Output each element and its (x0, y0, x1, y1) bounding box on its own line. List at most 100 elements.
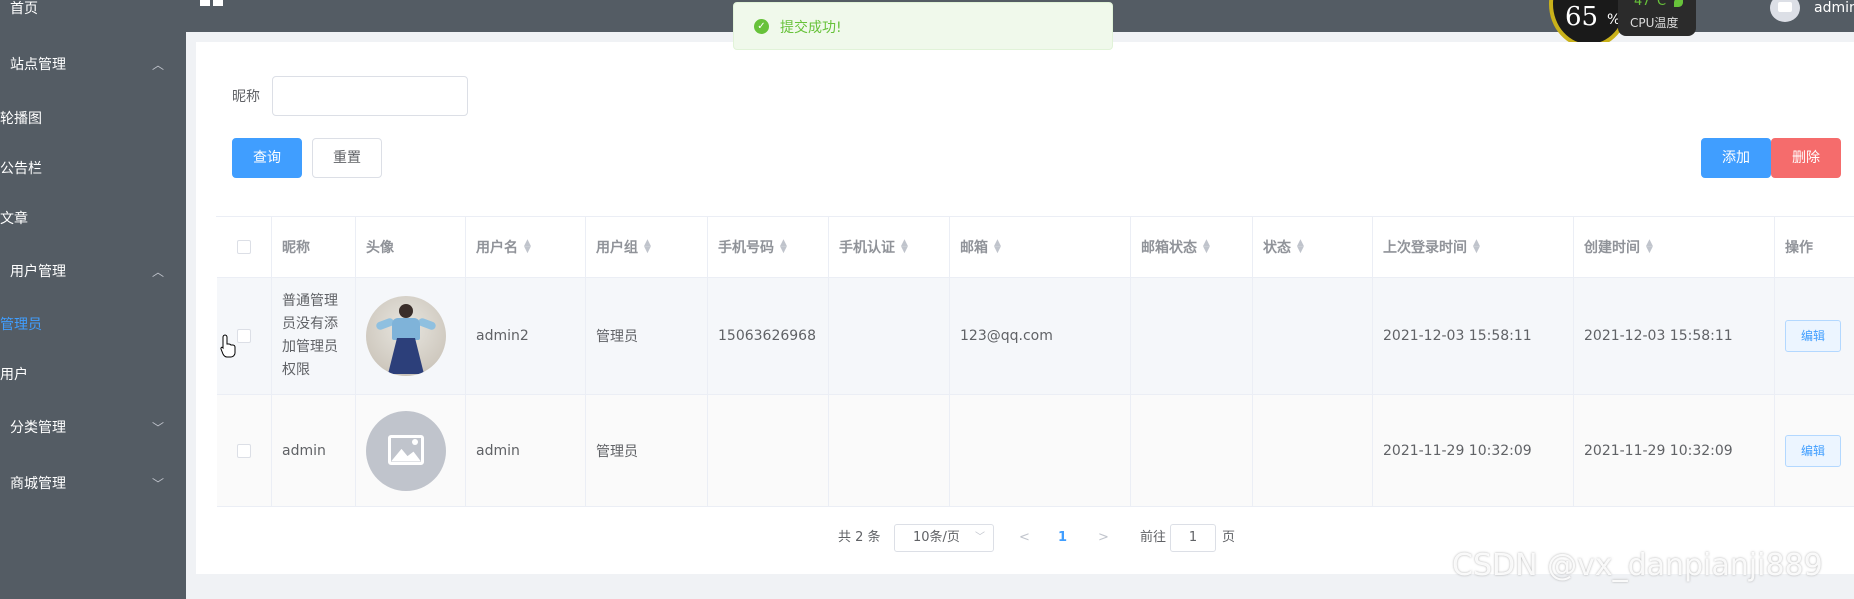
table-header-row: 昵称 头像 用户名 ▲ ▼ 用户组 ▲ ▼ 手机号码 ▲ ▼ 手机认证 ▲ ▼ 邮箱 ▲ ▼ 邮箱状… (217, 217, 1854, 278)
cpu-usage-gauge: 65 % (1549, 0, 1629, 48)
cell-nickname: 普通管理员没有添加管理员权限 (272, 278, 356, 394)
created-text: 2021-12-03 15:58:11 (1584, 328, 1733, 344)
sidebar-item-home[interactable]: 首页 (0, 0, 186, 34)
chevron-up-icon: ︿ (151, 265, 164, 279)
sidebar-item-articles[interactable]: 文章 (0, 194, 186, 244)
query-button[interactable]: 查询 (232, 138, 302, 178)
cell-nickname: admin (272, 395, 356, 506)
image-placeholder-icon (366, 410, 446, 491)
gauge-value: 65 (1565, 2, 1599, 32)
chevron-up-icon: ︿ (151, 58, 164, 72)
sidebar-item-shop-management[interactable]: 商城管理 ﹀ (0, 459, 186, 509)
page-suffix-label: 页 (1222, 530, 1236, 545)
sidebar-item-user-management[interactable]: 用户管理 ︿ (0, 247, 186, 297)
hand-cursor-icon (220, 334, 236, 358)
sidebar-item-carousel[interactable]: 轮播图 (0, 94, 186, 144)
sidebar-item-category-management[interactable]: 分类管理 ﹀ (0, 403, 186, 453)
created-text: 2021-11-29 10:32:09 (1584, 442, 1733, 459)
success-toast: ✓ 提交成功! (733, 2, 1113, 50)
header-phone[interactable]: 手机号码 ▲ ▼ (708, 217, 829, 277)
header-label: 用户组 (596, 240, 638, 256)
sidebar-item-label: 用户 (0, 367, 28, 383)
sidebar-item-notice[interactable]: 公告栏 (0, 144, 186, 194)
toast-message: 提交成功! (780, 20, 842, 36)
cell-created: 2021-12-03 15:58:11 (1574, 278, 1775, 394)
goto-label: 前往 (1140, 530, 1167, 545)
nickname-text: admin (282, 442, 326, 459)
sort-icon[interactable]: ▲ ▼ (1297, 239, 1304, 255)
select-all-checkbox[interactable] (237, 240, 251, 254)
prev-page-button[interactable]: < (1019, 524, 1030, 552)
cell-created: 2021-11-29 10:32:09 (1574, 395, 1775, 506)
header-label: 手机认证 (839, 240, 895, 256)
cell-email-status (1131, 395, 1253, 506)
watermark-text: CSDN @vx_danpianji889 (1452, 548, 1823, 583)
sort-icon[interactable]: ▲ ▼ (994, 239, 1001, 255)
header-email[interactable]: 邮箱 ▲ ▼ (950, 217, 1131, 277)
header-username[interactable]: 用户名 ▲ ▼ (466, 217, 586, 277)
nickname-search-input[interactable] (272, 76, 468, 116)
cell-username: admin2 (466, 278, 586, 394)
table-row[interactable]: admin admin 管理员 2021-11-29 10:32:09 2021… (217, 395, 1854, 507)
cell-email: 123@qq.com (950, 278, 1131, 394)
sidebar: 首页 站点管理 ︿ 轮播图 公告栏 文章 用户管理 ︿ 管理员 用户 分类管理 … (0, 0, 186, 599)
row-checkbox[interactable] (237, 443, 251, 458)
last-login-text: 2021-11-29 10:32:09 (1383, 442, 1532, 459)
cell-group: 管理员 (586, 278, 708, 394)
sort-icon[interactable]: ▲ ▼ (901, 239, 908, 255)
header-actions: 操作 (1775, 217, 1854, 277)
cell-avatar (356, 395, 466, 506)
page-number-current[interactable]: 1 (1058, 524, 1067, 552)
header-select-cell (217, 217, 272, 277)
chevron-down-icon: ﹀ (151, 477, 164, 491)
grid-menu-icon[interactable] (200, 0, 224, 16)
header-email-status[interactable]: 邮箱状态 ▲ ▼ (1131, 217, 1253, 277)
cell-username: admin (466, 395, 586, 506)
edit-button[interactable]: 编辑 (1785, 320, 1841, 352)
group-text: 管理员 (596, 329, 638, 345)
row-checkbox[interactable] (237, 329, 251, 343)
sort-icon[interactable]: ▲ ▼ (644, 239, 651, 255)
delete-button[interactable]: 删除 (1771, 138, 1841, 178)
sidebar-item-users[interactable]: 用户 (0, 350, 186, 400)
header-last-login[interactable]: 上次登录时间 ▲ ▼ (1373, 217, 1574, 277)
check-circle-icon: ✓ (754, 19, 769, 34)
cell-actions: 编辑 (1775, 278, 1854, 394)
reset-button[interactable]: 重置 (312, 138, 382, 178)
sort-icon[interactable]: ▲ ▼ (1203, 239, 1210, 255)
cell-avatar (356, 278, 466, 394)
row-select-cell (217, 395, 272, 506)
sort-icon[interactable]: ▲ ▼ (780, 239, 787, 255)
cpu-temperature-widget: 47°C CPU温度 (1618, 0, 1696, 36)
sort-icon[interactable]: ▲ ▼ (524, 239, 531, 255)
add-button[interactable]: 添加 (1701, 138, 1771, 178)
nickname-text: 普通管理员没有添加管理员权限 (282, 293, 338, 378)
header-label: 用户名 (476, 240, 518, 256)
cell-last-login: 2021-12-03 15:58:11 (1373, 278, 1574, 394)
last-login-text: 2021-12-03 15:58:11 (1383, 328, 1532, 344)
sidebar-item-label: 公告栏 (0, 161, 42, 177)
cpu-temp-value: 47°C (1634, 0, 1667, 9)
cell-actions: 编辑 (1775, 395, 1854, 506)
edit-button[interactable]: 编辑 (1785, 434, 1841, 467)
sidebar-item-label: 首页 (10, 1, 38, 17)
chevron-down-icon: ﹀ (151, 421, 164, 435)
header-phone-verified[interactable]: 手机认证 ▲ ▼ (829, 217, 950, 277)
sidebar-item-site-management[interactable]: 站点管理 ︿ (0, 40, 186, 90)
pagination-total: 共 2 条 (838, 530, 881, 545)
sidebar-item-admins[interactable]: 管理员 (0, 300, 186, 350)
user-name[interactable]: admin (1814, 0, 1854, 16)
cell-email (950, 395, 1131, 506)
header-status[interactable]: 状态 ▲ ▼ (1253, 217, 1373, 277)
table-row[interactable]: 普通管理员没有添加管理员权限 admin2 管理员 15063626968 12… (217, 278, 1854, 395)
leaf-icon (1674, 0, 1683, 7)
sort-icon[interactable]: ▲ ▼ (1646, 239, 1653, 255)
sort-icon[interactable]: ▲ ▼ (1473, 239, 1480, 255)
header-created[interactable]: 创建时间 ▲ ▼ (1574, 217, 1775, 277)
cell-last-login: 2021-11-29 10:32:09 (1373, 395, 1574, 506)
next-page-button[interactable]: > (1098, 524, 1109, 552)
cpu-temp-label: CPU温度 (1630, 16, 1679, 30)
header-group[interactable]: 用户组 ▲ ▼ (586, 217, 708, 277)
page-size-select[interactable]: 10条/页 ﹀ (894, 524, 994, 552)
goto-page-input[interactable]: 1 (1170, 524, 1216, 552)
